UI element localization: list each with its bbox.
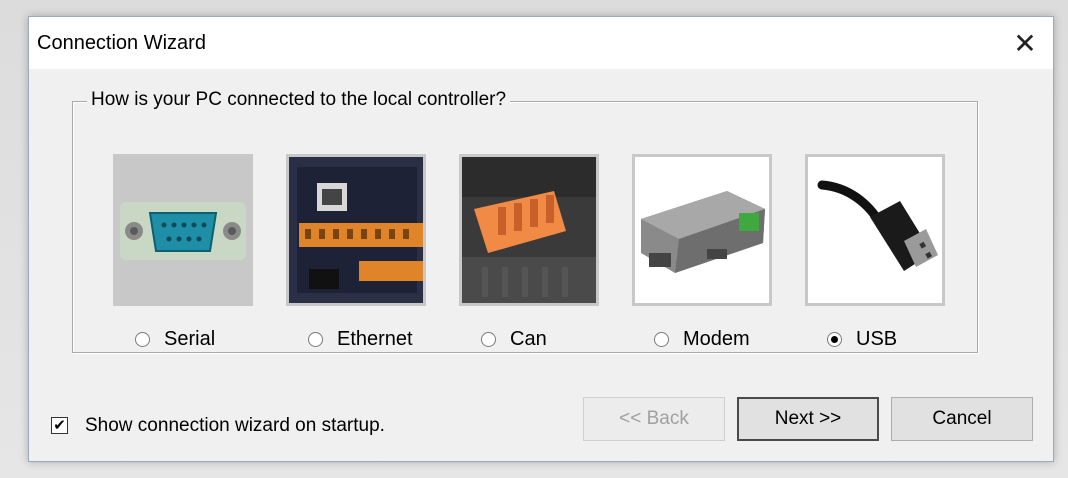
serial-radio[interactable] [135, 331, 150, 347]
usb-radio[interactable] [827, 331, 842, 347]
serial-radio-row[interactable]: Serial [113, 326, 273, 352]
usb-plug-icon[interactable] [805, 154, 945, 306]
modem-radio-row[interactable]: Modem [632, 326, 792, 352]
close-button[interactable]: ✕ [997, 17, 1053, 69]
cancel-button[interactable]: Cancel [891, 397, 1033, 441]
can-label: Can [510, 327, 547, 350]
usb-label: USB [856, 327, 898, 350]
option-usb[interactable]: USB [805, 154, 945, 354]
title-bar: Connection Wizard ✕ [29, 17, 1053, 69]
serial-port-icon[interactable] [113, 154, 253, 306]
serial-label: Serial [164, 327, 216, 350]
close-icon: ✕ [1013, 27, 1037, 59]
back-button[interactable]: << Back [583, 397, 725, 441]
ethernet-radio-row[interactable]: Ethernet [286, 326, 446, 352]
option-can[interactable]: Can [459, 154, 599, 354]
modem-radio[interactable] [654, 331, 669, 347]
ethernet-radio[interactable] [308, 331, 323, 347]
startup-checkbox[interactable]: ✔ [51, 417, 68, 434]
next-button[interactable]: Next >> [737, 397, 879, 441]
startup-checkbox-label[interactable]: Show connection wizard on startup. [85, 415, 385, 437]
group-legend: How is your PC connected to the local co… [87, 89, 511, 111]
option-serial[interactable]: Serial [113, 154, 253, 354]
can-radio-row[interactable]: Can [459, 326, 619, 352]
connection-type-group: How is your PC connected to the local co… [72, 89, 978, 354]
option-modem[interactable]: Modem [632, 154, 772, 354]
can-connector-icon[interactable] [459, 154, 599, 306]
can-radio[interactable] [481, 331, 496, 347]
check-icon: ✔ [53, 417, 66, 434]
ethernet-label: Ethernet [337, 327, 413, 350]
ethernet-port-icon[interactable] [286, 154, 426, 306]
window-title: Connection Wizard [37, 32, 206, 54]
modem-icon[interactable] [632, 154, 772, 306]
modem-label: Modem [683, 327, 750, 350]
connection-wizard-dialog: Connection Wizard ✕ How is your PC conne… [28, 16, 1054, 462]
usb-radio-row[interactable]: USB [805, 326, 965, 352]
option-ethernet[interactable]: Ethernet [286, 154, 426, 354]
